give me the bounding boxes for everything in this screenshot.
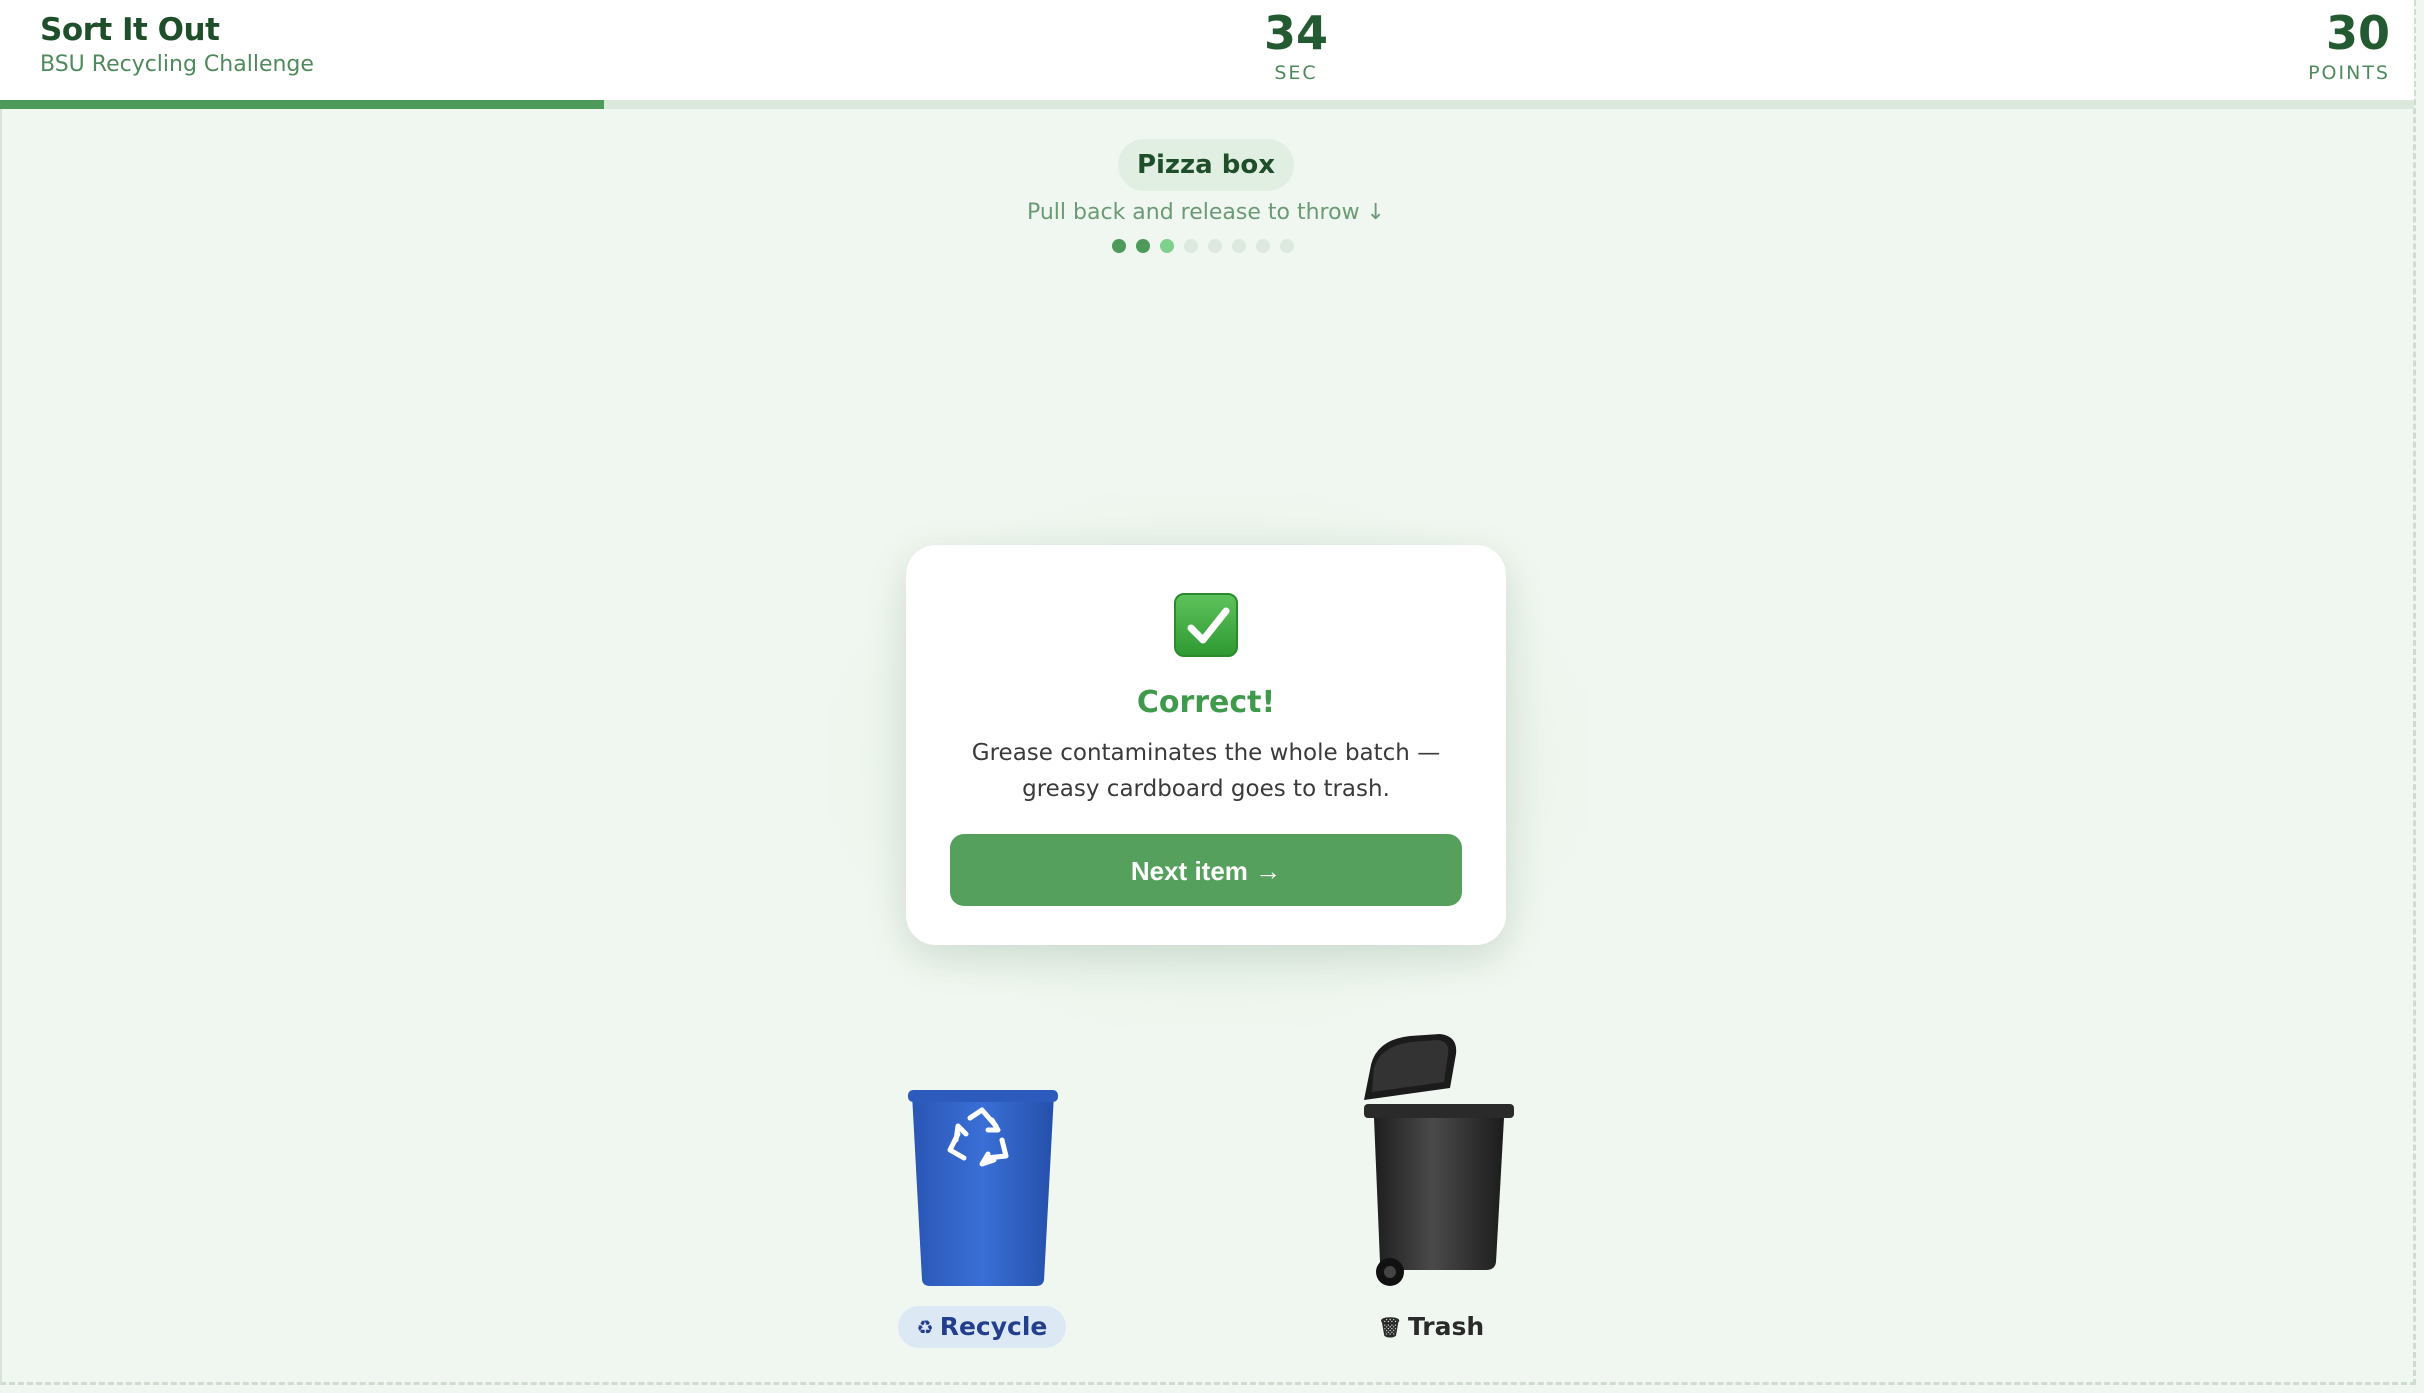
trash-label-text: Trash — [1407, 1312, 1485, 1341]
timer-label: SEC — [1274, 62, 1318, 84]
wastebasket-icon: 🗑 — [1377, 1317, 1402, 1339]
points-display: 30 POINTS — [2270, 4, 2390, 84]
checkmark-icon — [1174, 593, 1238, 657]
timer-display: 34 SEC — [1246, 4, 1346, 84]
recycle-bin-label: ♻ Recycle — [898, 1306, 1066, 1348]
trash-bin-label: 🗑 Trash — [1366, 1306, 1496, 1348]
recycle-bin-icon — [908, 1090, 1058, 1286]
game-title: Sort It Out — [40, 12, 220, 48]
time-progress-fill — [0, 100, 604, 109]
trash-bin[interactable] — [1350, 1030, 1520, 1330]
feedback-message: Grease contaminates the whole batch — gr… — [971, 740, 1441, 802]
progress-dot — [1160, 239, 1174, 253]
points-value: 30 — [2325, 6, 2390, 60]
recycle-symbol-icon: ♻ — [916, 1317, 934, 1339]
feedback-title: Correct! — [1136, 685, 1276, 720]
feedback-modal: Correct! Grease contaminates the whole b… — [906, 545, 1506, 945]
progress-dot — [1256, 239, 1270, 253]
progress-dot — [1280, 239, 1294, 253]
timer-value: 34 — [1263, 6, 1328, 60]
progress-dot — [1232, 239, 1246, 253]
game-header: Sort It Out BSU Recycling Challenge 34 S… — [0, 0, 2414, 100]
recycle-label-text: Recycle — [939, 1312, 1048, 1341]
game-subtitle: BSU Recycling Challenge — [40, 52, 314, 77]
recycle-bin[interactable] — [898, 1080, 1068, 1330]
points-label: POINTS — [2308, 62, 2390, 84]
progress-dot — [1208, 239, 1222, 253]
progress-dot — [1136, 239, 1150, 253]
progress-dot — [1112, 239, 1126, 253]
throw-hint: Pull back and release to throw ↓ — [1026, 200, 1385, 225]
progress-dot — [1184, 239, 1198, 253]
next-item-button[interactable]: Next item → — [950, 834, 1462, 906]
item-progress-dots — [1112, 239, 1294, 253]
trash-bin-icon — [1364, 1034, 1514, 1286]
time-progress-bar — [0, 100, 2414, 109]
current-item-name: Pizza box — [1118, 139, 1294, 191]
